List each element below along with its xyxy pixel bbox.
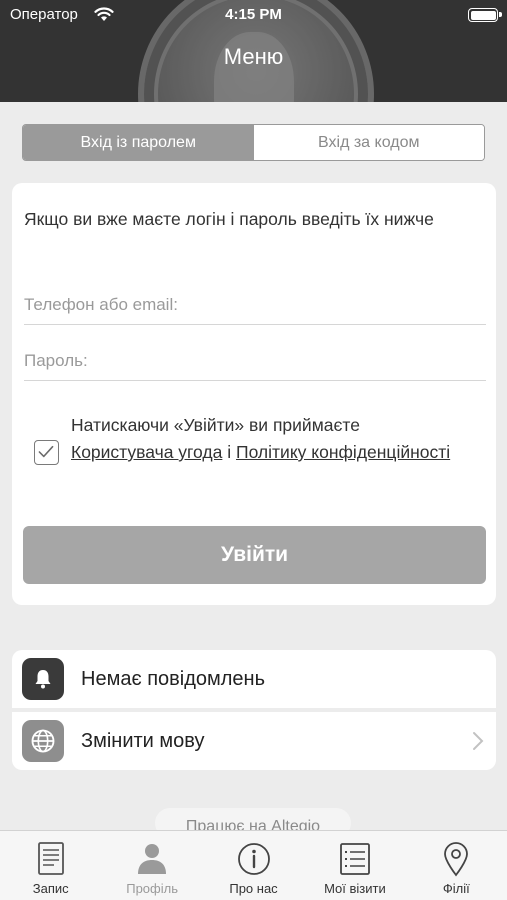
bell-icon-container (22, 658, 64, 700)
tab-my-visits[interactable]: Мої візити (304, 831, 405, 900)
tab-booking[interactable]: Запис (0, 831, 101, 900)
tab-about-label: Про нас (229, 881, 278, 896)
login-intro-text: Якщо ви вже маєте логін і пароль введіть… (24, 209, 434, 229)
document-icon (37, 842, 64, 875)
tab-profile-label: Профіль (126, 881, 178, 896)
change-language-label: Змінити мову (81, 729, 205, 752)
status-time: 4:15 PM (225, 6, 282, 23)
bell-icon (35, 670, 51, 689)
consent-text: Натискаючи «Увійти» ви приймаєте Користу… (71, 412, 481, 466)
tab-my-visits-label: Мої візити (324, 881, 386, 896)
notifications-row[interactable]: Немає повідомлень (12, 650, 496, 708)
tab-code-login[interactable]: Вхід за кодом (253, 125, 484, 160)
chevron-right-icon (473, 732, 484, 750)
tab-password-login[interactable]: Вхід із паролем (23, 125, 254, 160)
info-icon (237, 843, 270, 875)
location-pin-icon (444, 842, 469, 877)
checkmark-icon (38, 445, 54, 458)
tab-about[interactable]: Про нас (203, 831, 304, 900)
tab-branches[interactable]: Філії (406, 831, 507, 900)
login-mode-segmented-control: Вхід із паролем Вхід за кодом (22, 124, 485, 161)
password-field[interactable] (24, 341, 486, 381)
header: Оператор 4:15 PM Меню (0, 0, 507, 102)
tab-profile[interactable]: Профіль (101, 831, 202, 900)
login-card: Якщо ви вже маєте логін і пароль введіть… (12, 183, 496, 605)
user-agreement-link[interactable]: Користувача угода (71, 442, 222, 462)
consent-checkbox[interactable] (34, 440, 59, 465)
list-icon (340, 843, 370, 875)
consent-and: і (227, 442, 232, 462)
bottom-tab-bar: Запис Профіль Про нас Мої візити Філії (0, 830, 507, 900)
notifications-label: Немає повідомлень (81, 667, 266, 690)
tab-booking-label: Запис (32, 881, 69, 896)
password-input[interactable] (24, 350, 486, 371)
consent-prefix: Натискаючи «Увійти» ви приймаєте (71, 415, 360, 435)
privacy-policy-link[interactable]: Політику конфіденційності (236, 442, 450, 462)
globe-icon (31, 729, 55, 753)
person-icon (138, 844, 167, 874)
battery-icon (468, 8, 502, 22)
login-button[interactable]: Увійти (23, 526, 486, 584)
status-bar: Оператор 4:15 PM (0, 0, 507, 30)
login-field[interactable] (24, 285, 486, 325)
page-title: Меню (223, 44, 284, 69)
phone-email-input[interactable] (24, 294, 486, 315)
tab-branches-label: Філії (442, 881, 470, 896)
change-language-row[interactable]: Змінити мову (12, 712, 496, 770)
globe-icon-container (22, 720, 64, 762)
